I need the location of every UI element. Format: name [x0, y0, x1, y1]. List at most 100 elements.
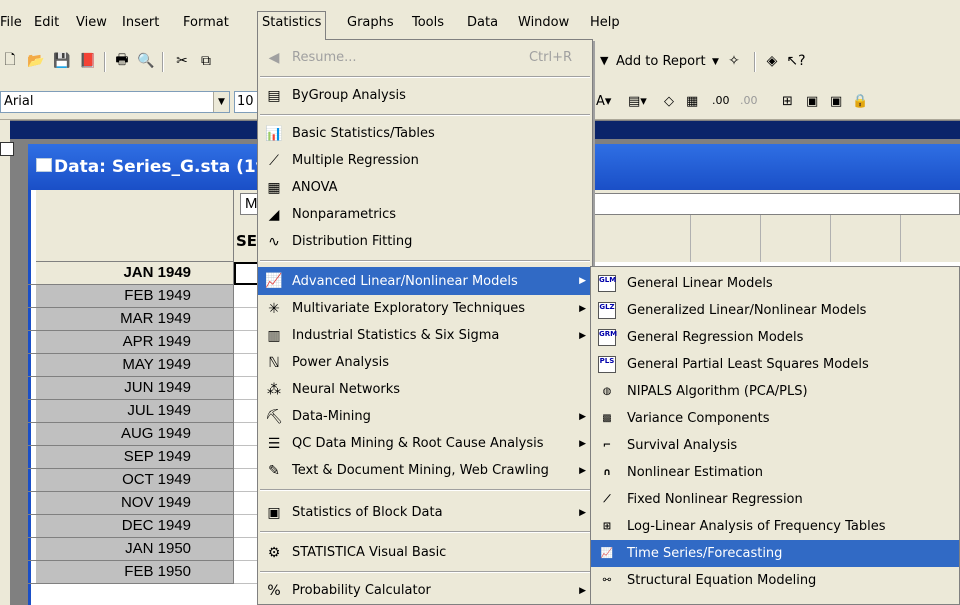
fixed-nonlinear-icon: ⟋ — [603, 494, 611, 505]
menu-item-resume[interactable]: ◀ Resume... Ctrl+R — [258, 44, 592, 71]
row-header[interactable]: JAN 1950 — [36, 538, 234, 561]
grm-icon-text: GRM — [598, 329, 617, 346]
row-line — [10, 308, 36, 331]
menu-tools[interactable]: Tools — [408, 13, 448, 33]
menu-item-sem[interactable]: ⚯ Structural Equation Modeling — [591, 567, 959, 594]
corner-cell[interactable] — [36, 190, 234, 262]
menu-view[interactable]: View — [72, 13, 111, 33]
menu-data[interactable]: Data — [463, 13, 502, 33]
menu-item-anova[interactable]: ▦ ANOVA — [258, 174, 592, 201]
row-line — [10, 400, 36, 423]
menu-item-pls[interactable]: PLS General Partial Least Squares Models — [591, 351, 959, 378]
menu-item-block-data[interactable]: ▣ Statistics of Block Data ▶ — [258, 499, 592, 526]
row-header[interactable]: FEB 1949 — [36, 285, 234, 308]
menu-item-time-series[interactable]: 📈 Time Series/Forecasting — [591, 540, 959, 567]
open-folder-icon[interactable]: 📂 — [26, 52, 46, 70]
increase-decimal-icon[interactable]: .00 — [712, 94, 730, 107]
menu-item-grm[interactable]: GRM General Regression Models — [591, 324, 959, 351]
menu-item-multiple-regression[interactable]: ⟋ Multiple Regression — [258, 147, 592, 174]
menu-item-advanced-models[interactable]: 📈 Advanced Linear/Nonlinear Models ▶ — [258, 267, 592, 295]
fill-icon[interactable]: ◇ — [664, 94, 674, 109]
print-preview-icon[interactable]: 🔍 — [136, 52, 156, 70]
font-color-icon[interactable]: A▾ — [596, 94, 611, 109]
menu-statistics[interactable]: Statistics — [257, 11, 327, 40]
menu-help[interactable]: Help — [586, 13, 624, 33]
menu-item-glz[interactable]: GLZ Generalized Linear/Nonlinear Models — [591, 297, 959, 324]
menu-item-data-mining[interactable]: ⛏ Data-Mining ▶ — [258, 403, 592, 430]
row-header[interactable]: MAR 1949 — [36, 308, 234, 331]
menu-item-distribution-fitting[interactable]: ∿ Distribution Fitting — [258, 228, 592, 255]
decrease-decimal-icon[interactable]: .00 — [740, 94, 758, 107]
cut-icon[interactable]: ✂ — [172, 52, 192, 70]
submenu-arrow-icon: ▶ — [579, 276, 586, 286]
menu-item-nonlinear-estimation[interactable]: ∩ Nonlinear Estimation — [591, 459, 959, 486]
row-header[interactable]: FEB 1950 — [36, 561, 234, 584]
menu-format[interactable]: Format — [179, 13, 233, 33]
new-file-icon[interactable]: 🗋 — [0, 52, 20, 70]
menu-item-nipals[interactable]: ◍ NIPALS Algorithm (PCA/PLS) — [591, 378, 959, 405]
menu-item-power-analysis[interactable]: ℕ Power Analysis — [258, 349, 592, 376]
menu-item-label: Industrial Statistics & Six Sigma — [292, 328, 500, 343]
row-line — [10, 515, 36, 538]
font-combo[interactable]: Arial ▼ — [0, 91, 230, 113]
menu-item-visual-basic[interactable]: ⚙ STATISTICA Visual Basic — [258, 539, 592, 566]
dropdown-arrow-icon[interactable]: ▼ — [600, 54, 608, 67]
row-header[interactable]: MAY 1949 — [36, 354, 234, 377]
row-header[interactable]: NOV 1949 — [36, 492, 234, 515]
pdf-icon[interactable]: 📕 — [78, 52, 98, 70]
table-icon[interactable]: ⊞ — [782, 94, 793, 109]
row-header[interactable]: JUL 1949 — [36, 400, 234, 423]
menu-insert[interactable]: Insert — [118, 13, 163, 33]
help-pointer-icon[interactable]: ↖? — [786, 52, 806, 70]
neural-networks-icon: ⁂ — [267, 381, 281, 398]
font-size-combo[interactable]: 10 — [234, 91, 258, 113]
font-size: 10 — [237, 94, 254, 109]
menu-item-nonparametrics[interactable]: ◢ Nonparametrics — [258, 201, 592, 228]
border-icon[interactable]: ▤▾ — [628, 94, 647, 109]
row-header[interactable]: APR 1949 — [36, 331, 234, 354]
nonparametrics-icon: ◢ — [268, 206, 280, 223]
copy-icon[interactable]: ⧉ — [196, 52, 216, 70]
field-icon[interactable]: ✧ — [724, 52, 744, 70]
menu-item-survival-analysis[interactable]: ⌐ Survival Analysis — [591, 432, 959, 459]
menu-item-fixed-nonlinear-regression[interactable]: ⟋ Fixed Nonlinear Regression — [591, 486, 959, 513]
menu-item-multivariate[interactable]: ✳ Multivariate Exploratory Techniques ▶ — [258, 295, 592, 322]
chevron-down-icon[interactable]: ▼ — [213, 92, 229, 112]
row-header[interactable]: JUN 1949 — [36, 377, 234, 400]
menu-graphs[interactable]: Graphs — [343, 13, 398, 33]
row-header[interactable]: JAN 1949 — [36, 262, 234, 285]
menu-item-basic-statistics[interactable]: 📊 Basic Statistics/Tables — [258, 120, 592, 147]
row-header[interactable]: AUG 1949 — [36, 423, 234, 446]
dropdown-arrow-icon[interactable]: ▼ — [712, 57, 719, 67]
advanced-models-icon: 📈 — [265, 273, 283, 289]
menu-item-log-linear[interactable]: ⊞ Log-Linear Analysis of Frequency Table… — [591, 513, 959, 540]
save-icon[interactable]: 💾 — [52, 52, 72, 70]
menu-item-label: Time Series/Forecasting — [627, 546, 783, 561]
chart-icon[interactable]: ▣ — [806, 94, 818, 109]
column-name[interactable]: SE — [236, 232, 257, 250]
menu-separator — [260, 489, 590, 491]
grid-icon[interactable]: ▦ — [686, 94, 698, 109]
menu-item-variance-components[interactable]: ▩ Variance Components — [591, 405, 959, 432]
print-icon[interactable]: 🖶 — [112, 52, 132, 70]
menu-item-text-mining[interactable]: ✎ Text & Document Mining, Web Crawling ▶ — [258, 457, 592, 484]
menu-item-bygroup[interactable]: ▤ ByGroup Analysis — [258, 82, 592, 109]
eraser-icon[interactable]: ◈ — [762, 52, 782, 70]
lock-icon[interactable]: 🔒 — [852, 94, 868, 109]
menu-item-qc-data-mining[interactable]: ☰ QC Data Mining & Root Cause Analysis ▶ — [258, 430, 592, 457]
row-header[interactable]: DEC 1949 — [36, 515, 234, 538]
add-to-report-button[interactable]: Add to Report — [616, 54, 706, 69]
menu-item-neural-networks[interactable]: ⁂ Neural Networks — [258, 376, 592, 403]
menu-item-probability-calculator[interactable]: % Probability Calculator ▶ — [258, 577, 592, 604]
menu-item-label: Distribution Fitting — [292, 234, 413, 249]
menu-file[interactable]: File — [0, 13, 26, 33]
menu-window[interactable]: Window — [514, 13, 573, 33]
menu-item-label: STATISTICA Visual Basic — [292, 545, 447, 560]
menu-item-industrial-statistics[interactable]: ▥ Industrial Statistics & Six Sigma ▶ — [258, 322, 592, 349]
row-header[interactable]: OCT 1949 — [36, 469, 234, 492]
menu-edit[interactable]: Edit — [30, 13, 63, 33]
chart-wizard-icon[interactable]: ▣ — [830, 94, 842, 109]
menu-item-label: Statistics of Block Data — [292, 505, 443, 520]
row-header[interactable]: SEP 1949 — [36, 446, 234, 469]
menu-item-glm[interactable]: GLM General Linear Models — [591, 270, 959, 297]
